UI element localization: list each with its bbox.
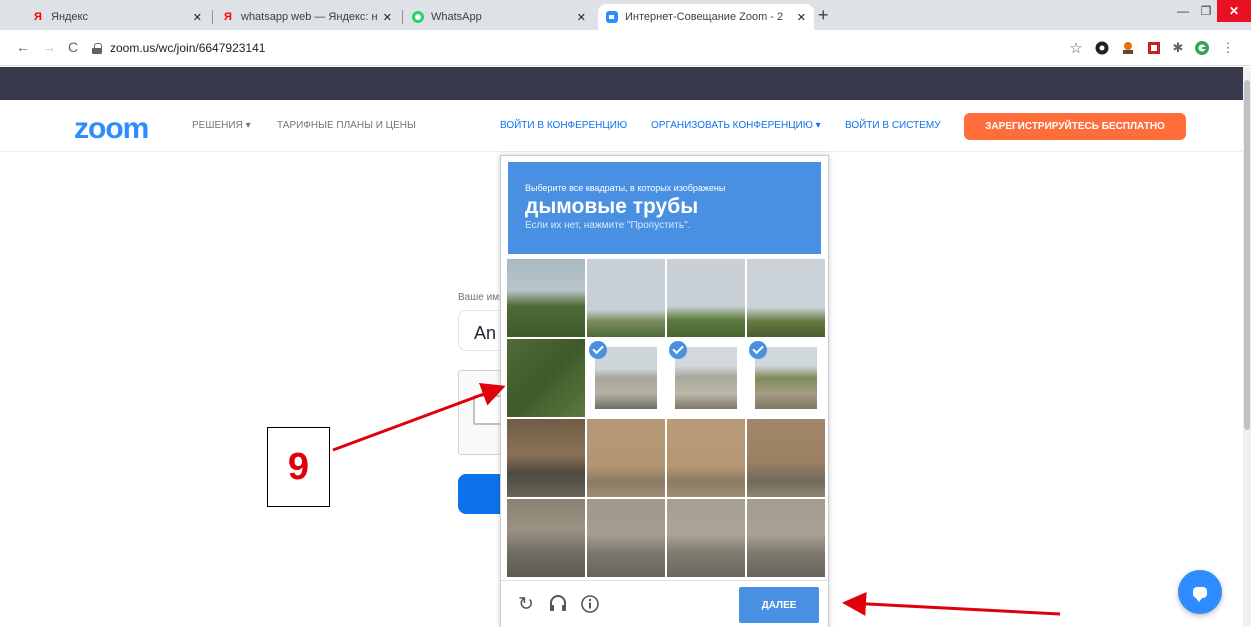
tile-image [507, 499, 585, 577]
recaptcha-footer: ↻ ДАЛЕЕ [501, 580, 828, 627]
nav-sign-in[interactable]: ВОЙТИ В СИСТЕМУ [845, 120, 941, 131]
url-text: zoom.us/wc/join/6647923141 [110, 41, 266, 55]
close-tab-icon[interactable]: ✕ [383, 11, 392, 24]
recaptcha-tile[interactable] [507, 419, 585, 497]
forward-icon[interactable]: → [42, 39, 56, 55]
recaptcha-tile[interactable] [747, 499, 825, 577]
recaptcha-tile[interactable] [747, 259, 825, 337]
zoom-navbar: zoom РЕШЕНИЯ ▾ ТАРИФНЫЕ ПЛАНЫ И ЦЕНЫ ВОЙ… [0, 100, 1243, 152]
checkmark-icon [589, 341, 607, 359]
extension-icon[interactable] [1094, 40, 1110, 56]
audio-icon[interactable] [547, 593, 569, 615]
tile-image [507, 339, 585, 417]
tab-divider [212, 10, 213, 24]
close-tab-icon[interactable]: ✕ [577, 11, 586, 24]
tab-title: whatsapp web — Яндекс: нашлос [241, 11, 377, 23]
tile-image [587, 259, 665, 337]
nav-join-meeting[interactable]: ВОЙТИ В КОНФЕРЕНЦИЮ [500, 120, 627, 131]
recaptcha-tile[interactable] [667, 259, 745, 337]
recaptcha-tile-selected[interactable] [587, 339, 665, 417]
recaptcha-challenge: Выберите все квадраты, в которых изображ… [500, 155, 829, 627]
recaptcha-tile-selected[interactable] [747, 339, 825, 417]
tile-image [747, 419, 825, 497]
info-icon[interactable] [579, 593, 601, 615]
tile-image [507, 259, 585, 337]
tab-title: Интернет-Совещание Zoom - 2 [625, 11, 784, 23]
address-bar[interactable]: zoom.us/wc/join/6647923141 [92, 35, 1092, 61]
close-tab-icon[interactable]: ✕ [193, 11, 202, 24]
recaptcha-tile[interactable] [667, 419, 745, 497]
nav-plans[interactable]: ТАРИФНЫЕ ПЛАНЫ И ЦЕНЫ [277, 120, 416, 131]
checkmark-icon [669, 341, 687, 359]
scrollbar-thumb[interactable] [1244, 80, 1250, 430]
nav-solutions[interactable]: РЕШЕНИЯ ▾ [192, 120, 251, 131]
extension-icon[interactable] [1120, 40, 1136, 56]
tab-title: WhatsApp [431, 11, 482, 23]
screenshot: Я Яндекс ✕ Я whatsapp web — Яндекс: нашл… [0, 0, 1251, 627]
bookmark-star-icon[interactable]: ☆ [1068, 40, 1084, 57]
zoom-logo[interactable]: zoom [74, 112, 149, 146]
yandex-icon: Я [34, 11, 42, 23]
reload-icon[interactable]: ↻ [515, 593, 537, 615]
tile-image [587, 499, 665, 577]
recaptcha-tile[interactable] [667, 499, 745, 577]
recaptcha-tile[interactable] [587, 419, 665, 497]
tile-image [667, 419, 745, 497]
new-tab-button[interactable]: + [818, 5, 829, 26]
tile-image [667, 499, 745, 577]
recaptcha-instruction: Выберите все квадраты, в которых изображ… [525, 183, 726, 193]
signup-button[interactable]: ЗАРЕГИСТРИРУЙТЕСЬ БЕСПЛАТНО [964, 113, 1186, 140]
tile-image [587, 419, 665, 497]
extension-icon[interactable] [1194, 40, 1210, 56]
recaptcha-image-grid [507, 259, 825, 577]
extension-icon[interactable] [1146, 40, 1162, 56]
tab-title: Яндекс [51, 11, 88, 23]
back-icon[interactable]: ← [16, 39, 30, 55]
recaptcha-tile[interactable] [587, 259, 665, 337]
checkmark-icon [749, 341, 767, 359]
annotation-number: 9 [267, 427, 330, 507]
browser-menu-icon[interactable]: ⋮ [1220, 40, 1236, 56]
arrow-to-verify [842, 591, 1061, 616]
name-field-label: Ваше имя [458, 292, 505, 303]
chat-support-button[interactable] [1178, 570, 1222, 614]
close-window-icon[interactable]: ✕ [1217, 0, 1251, 22]
chat-icon [1193, 586, 1207, 602]
tab-divider [402, 10, 403, 24]
recaptcha-hint: Если их нет, нажмите "Пропустить". [525, 220, 691, 231]
recaptcha-keyword: дымовые трубы [525, 195, 699, 218]
verify-button[interactable]: ДАЛЕЕ [739, 587, 819, 623]
recaptcha-tile[interactable] [507, 499, 585, 577]
tile-image [747, 499, 825, 577]
browser-tab-strip: Я Яндекс ✕ Я whatsapp web — Яндекс: нашл… [0, 0, 1251, 30]
tab-zoom-active[interactable]: Интернет-Совещание Zoom - 2 ✕ [598, 4, 814, 30]
tile-image [747, 259, 825, 337]
zoom-top-bar [0, 67, 1243, 100]
whatsapp-icon [412, 11, 424, 23]
recaptcha-header: Выберите все квадраты, в которых изображ… [508, 162, 821, 254]
recaptcha-tile[interactable] [507, 259, 585, 337]
recaptcha-tile[interactable] [587, 499, 665, 577]
minimize-icon[interactable]: — [1171, 0, 1195, 22]
lock-icon [92, 42, 102, 54]
puzzle-extensions-icon[interactable]: ✱ [1170, 40, 1186, 56]
recaptcha-checkbox[interactable] [473, 395, 503, 425]
zoom-icon [606, 11, 618, 23]
yandex-icon: Я [224, 11, 232, 23]
close-tab-icon[interactable]: ✕ [797, 11, 806, 24]
recaptcha-tile[interactable] [747, 419, 825, 497]
tab-yandex-search[interactable]: Я whatsapp web — Яндекс: нашлос ✕ [214, 4, 400, 30]
tile-image [667, 259, 745, 337]
browser-toolbar: ← → C zoom.us/wc/join/6647923141 ☆ ✱ ⋮ [0, 30, 1251, 66]
reload-page-icon[interactable]: C [68, 39, 78, 55]
recaptcha-tile-selected[interactable] [667, 339, 745, 417]
recaptcha-tile[interactable] [507, 339, 585, 417]
tab-whatsapp[interactable]: WhatsApp ✕ [404, 4, 594, 30]
tab-yandex[interactable]: Я Яндекс ✕ [24, 4, 210, 30]
maximize-icon[interactable]: ❐ [1195, 0, 1217, 22]
tile-image [507, 419, 585, 497]
nav-host-meeting[interactable]: ОРГАНИЗОВАТЬ КОНФЕРЕНЦИЮ ▾ [651, 120, 821, 131]
